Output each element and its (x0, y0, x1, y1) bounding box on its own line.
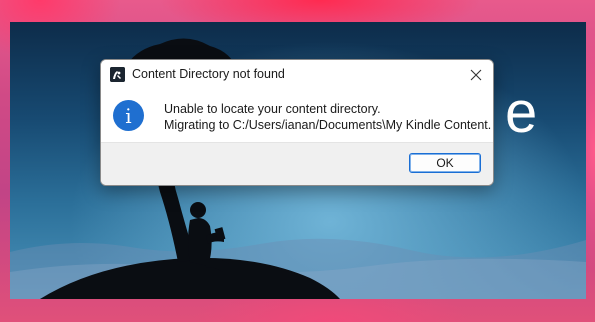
info-glyph: i (125, 103, 132, 128)
close-button[interactable] (459, 60, 493, 89)
message-line-2: Migrating to C:/Users/ianan/Documents\My… (164, 118, 492, 132)
dialog-titlebar[interactable]: Content Directory not found (101, 60, 493, 89)
dialog-message: Unable to locate your content directory.… (164, 101, 491, 133)
dialog-title: Content Directory not found (132, 67, 285, 81)
dialog-footer: OK (101, 142, 493, 185)
message-line-1: Unable to locate your content directory. (164, 102, 381, 116)
ok-button[interactable]: OK (409, 153, 481, 173)
info-icon: i (113, 100, 144, 131)
dialog-body: i Unable to locate your content director… (101, 89, 493, 142)
content-directory-dialog: Content Directory not found i Unable to … (100, 59, 494, 186)
close-icon (470, 69, 482, 80)
kindle-brand-letter: e (505, 80, 538, 145)
kindle-reader-icon (110, 67, 125, 82)
